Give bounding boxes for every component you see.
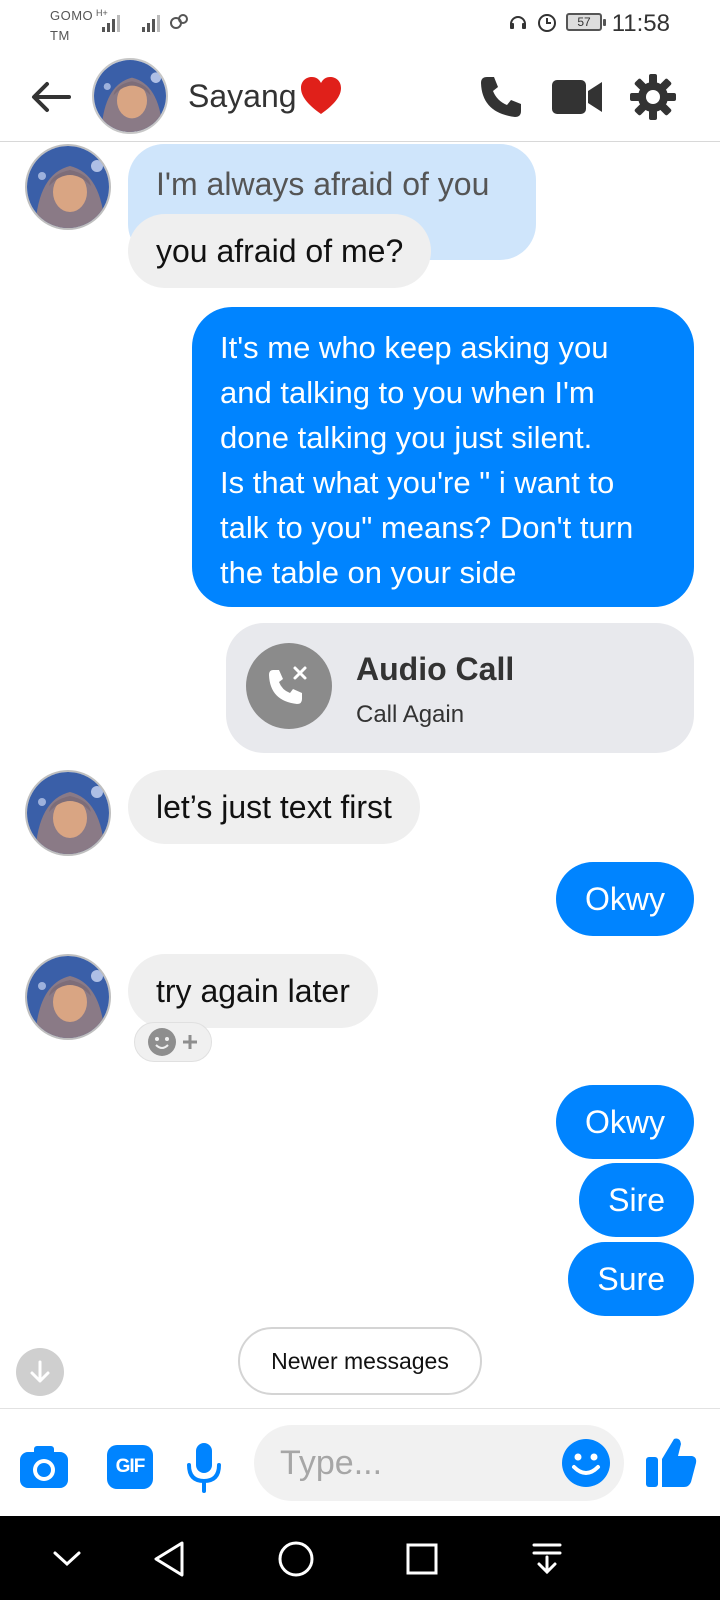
sender-avatar[interactable] bbox=[25, 770, 111, 856]
video-call-button[interactable] bbox=[550, 70, 604, 124]
nav-recents-button[interactable] bbox=[397, 1534, 447, 1584]
phone-icon bbox=[481, 77, 521, 117]
message-line: the table on your side bbox=[220, 555, 517, 590]
message-bubble-outgoing[interactable]: Okwy bbox=[556, 1085, 694, 1159]
pull-down-icon bbox=[532, 1543, 562, 1575]
call-again-link[interactable]: Call Again bbox=[356, 699, 464, 731]
newer-messages-button[interactable]: Newer messages bbox=[238, 1327, 482, 1395]
triangle-back-icon bbox=[154, 1541, 184, 1577]
sender-avatar[interactable] bbox=[25, 144, 111, 230]
message-text: try again later bbox=[156, 973, 350, 1009]
message-bubble-outgoing[interactable]: Sure bbox=[568, 1242, 694, 1316]
missed-call-icon bbox=[246, 643, 332, 729]
call-title: Audio Call bbox=[356, 651, 515, 687]
contact-name[interactable]: Sayang bbox=[188, 76, 343, 116]
heart-icon bbox=[300, 77, 341, 114]
audio-call-button[interactable] bbox=[474, 70, 528, 124]
scroll-to-bottom-button[interactable] bbox=[16, 1348, 64, 1396]
smiley-icon bbox=[148, 1028, 176, 1056]
square-recents-icon bbox=[406, 1543, 438, 1575]
settings-button[interactable] bbox=[626, 70, 680, 124]
video-camera-icon bbox=[552, 80, 602, 114]
nav-collapse-button[interactable] bbox=[42, 1534, 92, 1584]
composer-bar: GIF bbox=[0, 1408, 720, 1516]
gif-icon: GIF bbox=[107, 1445, 153, 1489]
chevron-down-icon bbox=[53, 1551, 81, 1567]
message-text: Okwy bbox=[585, 1104, 665, 1140]
message-bubble-incoming[interactable]: let’s just text first bbox=[128, 770, 420, 844]
camera-icon bbox=[20, 1446, 68, 1488]
avatar-photo bbox=[27, 146, 109, 228]
gif-button[interactable]: GIF bbox=[102, 1439, 158, 1495]
carrier-line-2: TM bbox=[50, 28, 70, 43]
signal-icon-2 bbox=[142, 10, 160, 32]
message-bubble-outgoing[interactable]: Okwy bbox=[556, 862, 694, 936]
contact-avatar[interactable] bbox=[92, 58, 168, 134]
contact-name-text: Sayang bbox=[188, 78, 297, 114]
message-line: talk to you" means? Don't turn bbox=[220, 510, 634, 545]
message-text: Sure bbox=[597, 1261, 665, 1297]
status-right-icons: 57 bbox=[508, 11, 606, 33]
gear-icon bbox=[630, 74, 676, 120]
carrier-label: GOMO TM bbox=[50, 6, 93, 46]
voice-button[interactable] bbox=[176, 1439, 232, 1495]
like-button[interactable] bbox=[644, 1435, 700, 1491]
network-type: H+ bbox=[96, 8, 108, 18]
add-reaction-button[interactable] bbox=[134, 1022, 212, 1062]
message-text: I'm always afraid of you bbox=[156, 166, 490, 202]
microphone-icon bbox=[187, 1443, 221, 1493]
back-arrow-icon bbox=[32, 82, 71, 112]
dual-sim-icon bbox=[170, 14, 188, 29]
nav-back-button[interactable] bbox=[144, 1534, 194, 1584]
message-bubble-incoming[interactable]: you afraid of me? bbox=[128, 214, 432, 288]
message-text: Okwy bbox=[585, 881, 665, 917]
message-text: Sire bbox=[608, 1182, 665, 1218]
headset-icon bbox=[510, 16, 526, 29]
avatar-photo bbox=[27, 772, 109, 854]
avatar-photo bbox=[27, 956, 109, 1038]
sender-avatar[interactable] bbox=[25, 954, 111, 1040]
message-text: you afraid of me? bbox=[156, 233, 404, 269]
battery-icon: 57 bbox=[566, 13, 606, 31]
status-bar: GOMO TM H+ 57 11:58 bbox=[0, 0, 720, 52]
back-button[interactable] bbox=[28, 74, 74, 120]
message-bubble-incoming[interactable]: try again later bbox=[128, 954, 378, 1028]
alarm-icon bbox=[538, 14, 556, 32]
message-bubble-outgoing[interactable]: Sire bbox=[579, 1163, 694, 1237]
message-bubble-outgoing[interactable]: It's me who keep asking you and talking … bbox=[192, 307, 694, 607]
signal-indicators: H+ bbox=[96, 8, 190, 32]
audio-call-card[interactable]: Audio Call Call Again bbox=[226, 623, 694, 753]
message-line: done talking you just silent. bbox=[220, 420, 593, 455]
nav-notifications-button[interactable] bbox=[522, 1534, 572, 1584]
phone-x-icon bbox=[269, 666, 307, 704]
message-text: let’s just text first bbox=[156, 789, 392, 825]
nav-home-button[interactable] bbox=[271, 1534, 321, 1584]
system-nav-bar bbox=[0, 1516, 720, 1600]
circle-home-icon bbox=[278, 1541, 314, 1577]
avatar-photo bbox=[94, 60, 166, 132]
message-line: It's me who keep asking you bbox=[220, 330, 609, 365]
chat-header: Sayang bbox=[0, 52, 720, 142]
thumbs-up-icon bbox=[646, 1438, 697, 1487]
carrier-line-1: GOMO bbox=[50, 8, 94, 23]
clock: 11:58 bbox=[611, 10, 670, 37]
arrow-down-icon bbox=[30, 1360, 50, 1383]
emoji-button[interactable] bbox=[560, 1437, 612, 1489]
camera-button[interactable] bbox=[16, 1439, 72, 1495]
message-line: and talking to you when I'm bbox=[220, 375, 595, 410]
plus-icon bbox=[183, 1035, 197, 1049]
message-line: Is that what you're " i want to bbox=[220, 465, 615, 500]
smiley-icon bbox=[562, 1439, 610, 1487]
